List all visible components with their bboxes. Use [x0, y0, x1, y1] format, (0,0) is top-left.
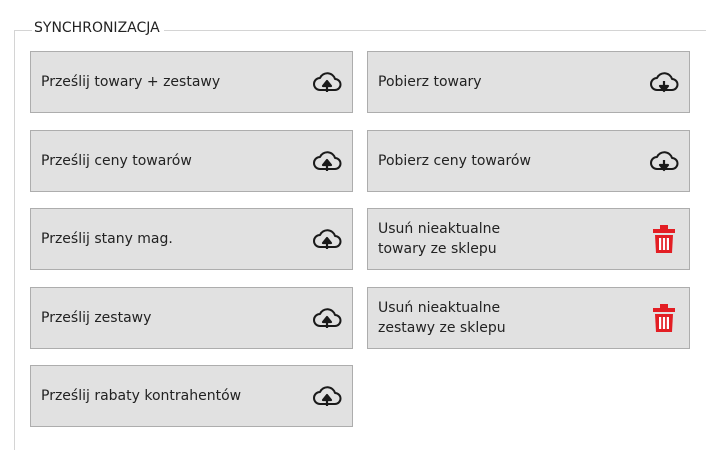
trash-icon: [649, 303, 679, 333]
cloud-upload-icon: [312, 224, 342, 254]
button-label: Pobierz towary: [378, 74, 482, 90]
button-label: Pobierz ceny towarów: [378, 153, 531, 169]
download-prices-button[interactable]: Pobierz ceny towarów: [367, 130, 690, 192]
button-label: Prześlij towary + zestawy: [41, 74, 221, 90]
delete-outdated-sets-button[interactable]: Usuń nieaktualne zestawy ze sklepu: [367, 287, 690, 349]
cloud-upload-icon: [312, 303, 342, 333]
upload-stock-button[interactable]: Prześlij stany mag.: [30, 208, 353, 270]
download-products-button[interactable]: Pobierz towary: [367, 51, 690, 113]
upload-products-sets-button[interactable]: Prześlij towary + zestawy: [30, 51, 353, 113]
button-label: Usuń nieaktualne towary ze sklepu: [378, 221, 501, 257]
button-label: Prześlij zestawy: [41, 310, 152, 326]
trash-icon: [649, 224, 679, 254]
button-label: Prześlij rabaty kontrahentów: [41, 388, 242, 404]
button-label: Usuń nieaktualne zestawy ze sklepu: [378, 300, 506, 336]
cloud-download-icon: [649, 67, 679, 97]
upload-sets-button[interactable]: Prześlij zestawy: [30, 287, 353, 349]
upload-prices-button[interactable]: Prześlij ceny towarów: [30, 130, 353, 192]
button-label: Prześlij ceny towarów: [41, 153, 192, 169]
synchronization-panel: SYNCHRONIZACJA Prześlij towary + zestawy…: [0, 0, 709, 450]
cloud-download-icon: [649, 146, 679, 176]
button-label: Prześlij stany mag.: [41, 231, 173, 247]
cloud-upload-icon: [312, 67, 342, 97]
group-title: SYNCHRONIZACJA: [32, 20, 164, 36]
upload-discounts-button[interactable]: Prześlij rabaty kontrahentów: [30, 365, 353, 427]
cloud-upload-icon: [312, 381, 342, 411]
cloud-upload-icon: [312, 146, 342, 176]
delete-outdated-products-button[interactable]: Usuń nieaktualne towary ze sklepu: [367, 208, 690, 270]
